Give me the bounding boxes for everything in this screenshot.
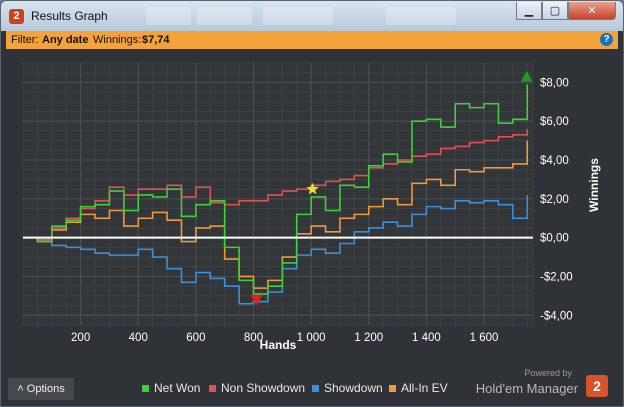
legend-label: Showdown <box>324 381 383 395</box>
title-bar[interactable]: 2 Results Graph ▁ ▢ ✕ <box>1 1 623 31</box>
brand-block: Powered by Hold'em Manager 2 <box>466 368 616 403</box>
chart-area: -$4,00 -$2,00 $0,00 $2,00 $4,00 $6,00 $8,00 20… <box>6 50 618 375</box>
filter-prefix: Filter: <box>11 34 39 46</box>
x-tick-label: 400 <box>129 332 148 344</box>
filter-date-value[interactable]: Any date <box>42 34 88 46</box>
filter-bar[interactable]: Filter: Any date Winnings: $7,74 ? <box>6 31 618 49</box>
legend-showdown[interactable]: Showdown <box>312 381 383 395</box>
options-label: Options <box>26 383 65 395</box>
brand-logo-icon: 2 <box>586 375 608 397</box>
legend-label: Non Showdown <box>221 381 306 395</box>
options-button[interactable]: ˄ Options <box>8 378 74 400</box>
legend-label: Net Won <box>154 381 201 395</box>
y-axis-label: Winnings <box>587 158 601 212</box>
background-tab-ghost <box>263 7 333 25</box>
y-tick-label: $8,00 <box>540 77 569 89</box>
legend-swatch <box>209 384 216 392</box>
app-logo-icon: 2 <box>9 9 24 24</box>
legend-swatch <box>389 384 396 392</box>
powered-by-text: Powered by <box>524 368 572 378</box>
x-axis-label: Hands <box>260 338 297 352</box>
filter-winnings-label: Winnings: <box>93 34 142 46</box>
minimize-button[interactable]: ▁ <box>516 2 542 20</box>
background-tab-ghost <box>146 7 191 25</box>
close-icon: ✕ <box>587 5 597 17</box>
brand-name: Hold'em Manager <box>475 381 578 396</box>
legend-net-won[interactable]: Net Won <box>142 381 200 395</box>
background-tab-ghost <box>197 7 252 25</box>
results-graph-window: 2 Results Graph ▁ ▢ ✕ Filter: Any date W… <box>0 0 624 407</box>
legend-swatch <box>142 384 149 392</box>
x-tick-label: 600 <box>186 332 205 344</box>
bottom-bar: ˄ Options Net Won Non Showdown Showdown … <box>1 368 623 406</box>
chevron-up-icon: ˄ <box>17 383 24 395</box>
window-title: Results Graph <box>31 9 108 23</box>
legend-swatch <box>312 384 319 392</box>
y-tick-label: $2,00 <box>540 194 569 206</box>
legend-non-showdown[interactable]: Non Showdown <box>209 381 305 395</box>
results-chart: -$4,00 -$2,00 $0,00 $2,00 $4,00 $6,00 $8,00 20… <box>22 62 601 352</box>
x-tick-label: 1 600 <box>470 332 499 344</box>
maximize-icon: ▢ <box>549 5 561 17</box>
help-icon[interactable]: ? <box>600 33 613 46</box>
x-tick-label: 1 200 <box>354 332 383 344</box>
filter-winnings-value: $7,74 <box>142 34 170 46</box>
minimize-icon: ▁ <box>524 5 534 17</box>
x-tick-label: 1 000 <box>297 332 326 344</box>
maximize-button[interactable]: ▢ <box>542 2 568 20</box>
y-tick-labels: -$4,00 -$2,00 $0,00 $2,00 $4,00 $6,00 $8,00 <box>540 77 573 322</box>
x-tick-label: 1 400 <box>412 332 441 344</box>
legend-all-in-ev[interactable]: All-In EV <box>389 381 448 395</box>
legend-label: All-In EV <box>401 381 448 395</box>
y-tick-label: $4,00 <box>540 155 569 167</box>
y-tick-label: -$2,00 <box>540 271 573 283</box>
y-tick-label: $0,00 <box>540 233 569 245</box>
y-tick-label: $6,00 <box>540 116 569 128</box>
close-button[interactable]: ✕ <box>568 2 616 20</box>
y-tick-label: -$4,00 <box>540 310 573 322</box>
background-tab-ghost <box>386 7 456 25</box>
x-tick-label: 200 <box>71 332 90 344</box>
